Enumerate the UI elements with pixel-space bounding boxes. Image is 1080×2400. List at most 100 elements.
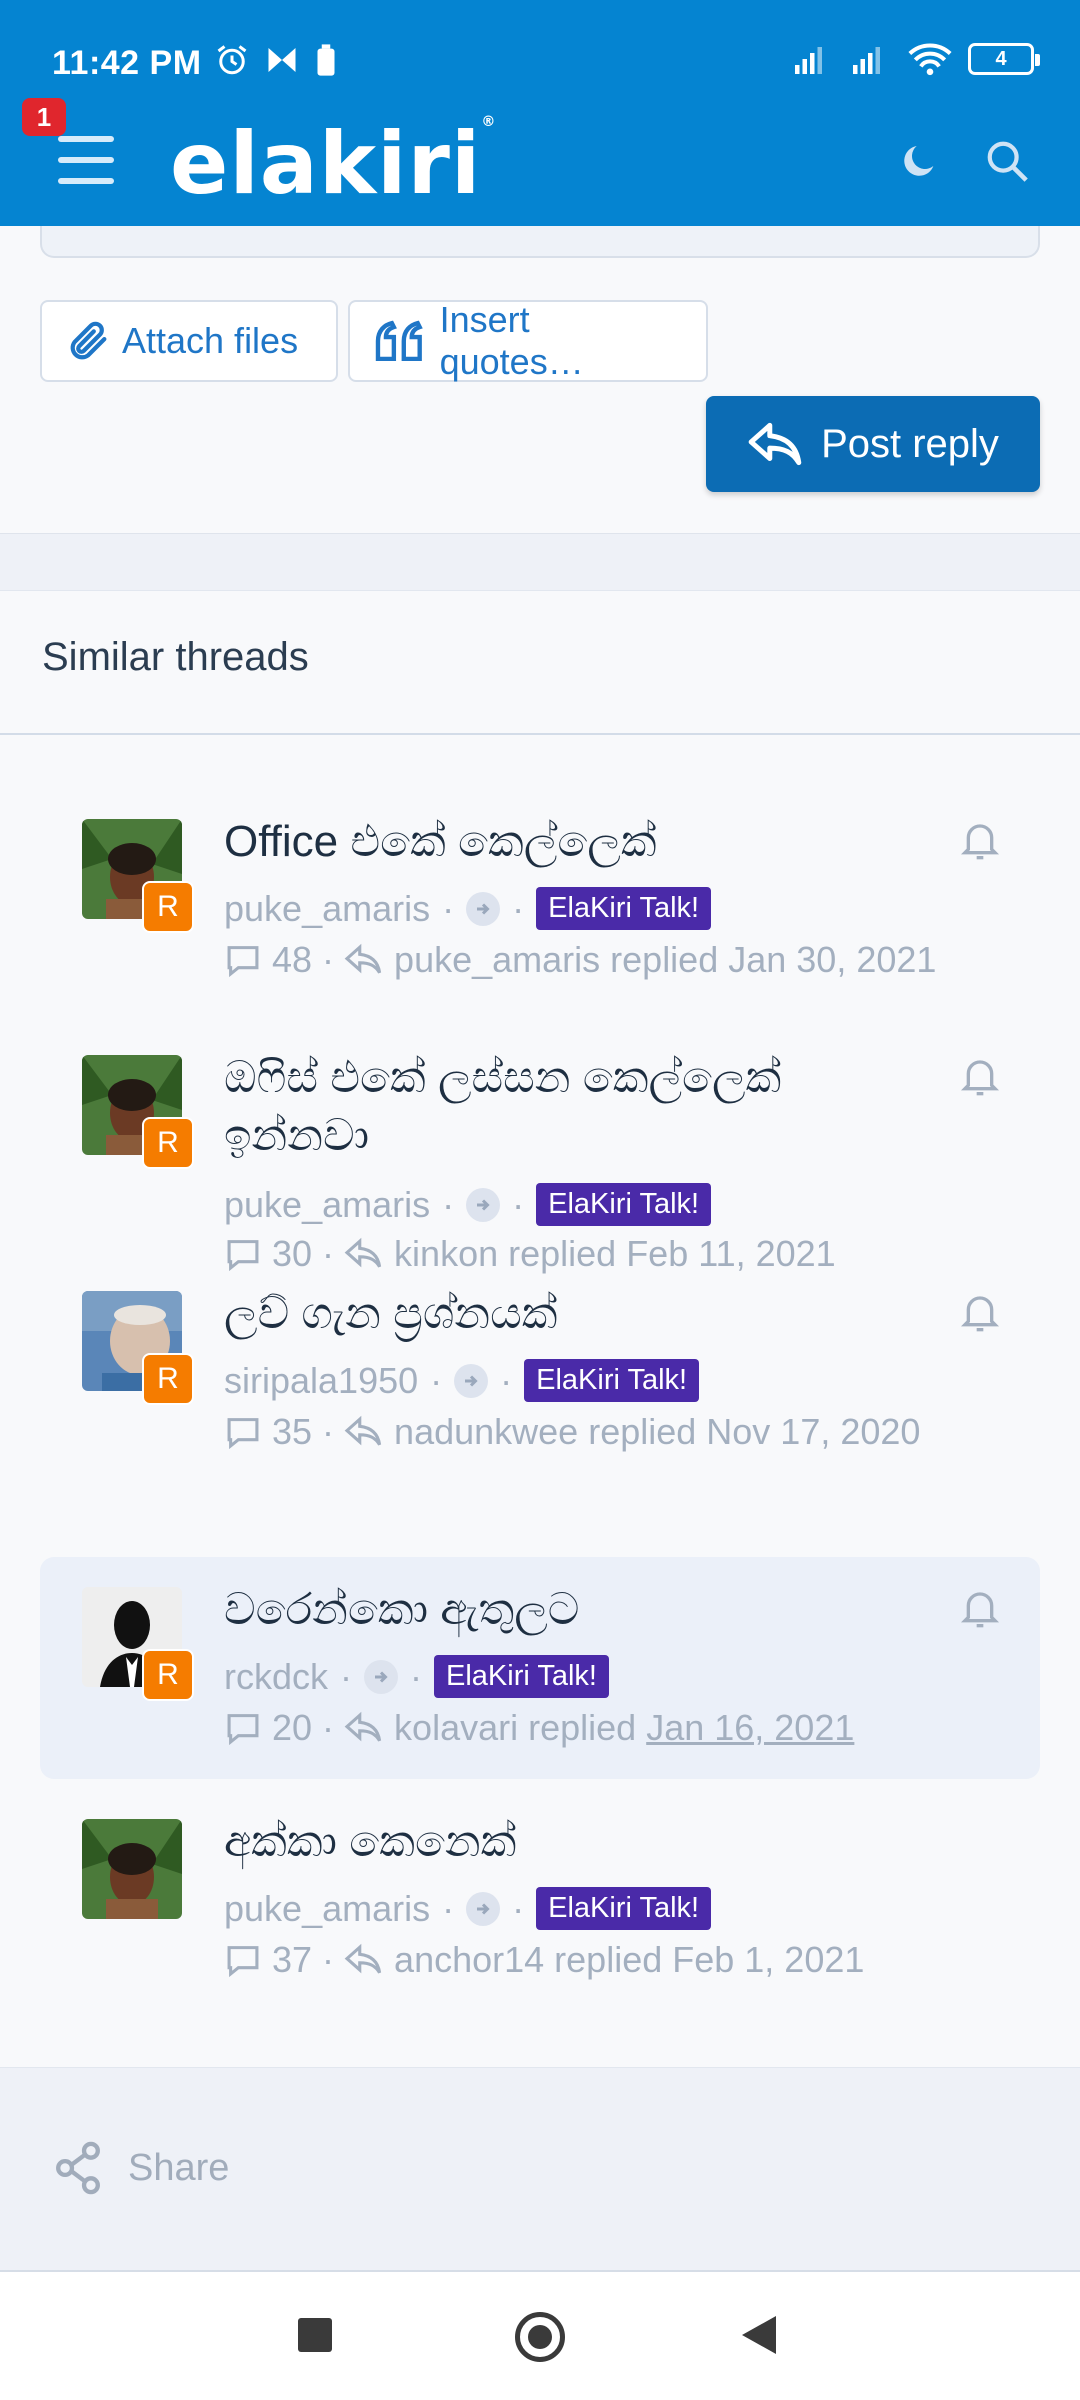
forum-tag[interactable]: ElaKiri Talk! <box>536 1887 712 1930</box>
last-reply-date[interactable]: Nov 17, 2020 <box>706 1411 920 1453</box>
insert-quotes-button[interactable]: Insert quotes… <box>348 299 708 382</box>
forum-tag[interactable]: ElaKiri Talk! <box>434 1655 609 1698</box>
battery-icon: 4 <box>968 43 1040 75</box>
reply-editor[interactable] <box>40 226 1040 258</box>
reply-section: Attach files Insert quotes… Post reply <box>0 226 1080 534</box>
battery-saver-icon <box>317 44 335 76</box>
last-reply-date[interactable]: Jan 16, 2021 <box>646 1707 854 1749</box>
reply-arrow-icon <box>344 1415 382 1446</box>
last-reply-user[interactable]: puke_amaris <box>394 939 600 981</box>
search-icon[interactable] <box>984 138 1030 184</box>
comment-icon <box>227 1714 259 1745</box>
similar-threads-panel: Similar threads R Office එකේ කෙල්ලෙක් pu… <box>0 590 1080 2068</box>
arrow-right-icon <box>466 1891 501 1926</box>
notification-badge: 1 <box>22 98 66 136</box>
last-reply-date[interactable]: Jan 30, 2021 <box>728 939 936 981</box>
share-button[interactable]: Share <box>52 2140 229 2196</box>
comment-icon <box>227 946 259 977</box>
system-nav-bar <box>0 2272 1080 2400</box>
bell-icon[interactable] <box>960 1291 1000 1335</box>
last-reply-user[interactable]: kolavari <box>394 1707 518 1749</box>
thread-item[interactable]: අක්කා කෙනෙක් puke_amaris · · ElaKiri Talk… <box>40 1789 1040 2005</box>
reply-arrow-icon <box>344 1711 382 1742</box>
reply-count: 48 <box>272 939 313 980</box>
forum-tag[interactable]: ElaKiri Talk! <box>536 1183 712 1226</box>
post-reply-button[interactable]: Post reply <box>706 396 1040 492</box>
back-button[interactable] <box>742 2316 776 2354</box>
bell-icon[interactable] <box>960 819 1000 863</box>
last-reply-user[interactable]: anchor14 <box>394 1939 544 1981</box>
thread-stats: 48 · puke_amaris replied Jan 30, 2021 <box>224 939 936 981</box>
replied-label: replied <box>528 1707 637 1748</box>
user-badge: R <box>142 1117 194 1169</box>
thread-stats: 37 · anchor14 replied Feb 1, 2021 <box>224 1939 864 1981</box>
thread-author[interactable]: rckdck <box>224 1656 328 1698</box>
replied-label: replied <box>610 939 719 980</box>
reply-icon <box>748 422 802 466</box>
insert-quotes-label: Insert quotes… <box>439 299 584 382</box>
status-left-icons <box>214 42 338 78</box>
replied-label: replied <box>554 1939 663 1980</box>
status-right-icons: 4 <box>792 42 1040 76</box>
thread-author[interactable]: siripala1950 <box>224 1360 418 1402</box>
recents-button[interactable] <box>298 2318 332 2352</box>
thread-title[interactable]: වරෙන්කො ඇතුලට <box>224 1581 904 1639</box>
status-bar: 11:42 PM 4 <box>0 0 1080 110</box>
site-logo[interactable]: elakiri® <box>170 114 496 214</box>
share-label: Share <box>128 2146 230 2189</box>
quote-icon <box>375 320 423 362</box>
arrow-right-icon <box>364 1659 399 1694</box>
thread-title[interactable]: Office එකේ කෙල්ලෙක් <box>224 813 904 871</box>
reply-arrow-icon <box>344 943 382 974</box>
share-icon <box>56 2141 100 2195</box>
last-reply-date[interactable]: Feb 1, 2021 <box>672 1939 864 1981</box>
attach-files-label: Attach files <box>122 320 299 361</box>
bell-icon[interactable] <box>960 1055 1000 1099</box>
post-reply-label: Post reply <box>821 421 999 466</box>
wifi-icon <box>908 43 952 76</box>
avatar[interactable] <box>82 1819 182 1919</box>
thread-author[interactable]: puke_amaris <box>224 888 430 930</box>
thread-item[interactable]: R වරෙන්කො ඇතුලට rckdck · · ElaKiri Talk! … <box>40 1557 1040 1779</box>
user-badge: R <box>142 1649 194 1701</box>
battery-level: 4 <box>995 47 1007 70</box>
thread-item[interactable]: R Office එකේ කෙල්ලෙක් puke_amaris · · Ela… <box>40 789 1040 1005</box>
home-button[interactable] <box>515 2312 565 2362</box>
replied-label: replied <box>588 1411 697 1452</box>
forum-tag[interactable]: ElaKiri Talk! <box>536 887 712 930</box>
menu-button[interactable] <box>58 136 114 186</box>
signal-2-icon <box>853 47 880 74</box>
logo-text: elakiri <box>170 114 482 214</box>
thread-meta: siripala1950 · · ElaKiri Talk! <box>224 1359 700 1402</box>
forum-tag[interactable]: ElaKiri Talk! <box>524 1359 700 1402</box>
comment-icon <box>227 1946 259 1977</box>
thread-stats: 20 · kolavari replied Jan 16, 2021 <box>224 1707 854 1749</box>
arrow-right-icon <box>466 1187 501 1222</box>
thread-author[interactable]: puke_amaris <box>224 1184 430 1226</box>
dark-mode-icon[interactable] <box>900 140 940 182</box>
thread-meta: rckdck · · ElaKiri Talk! <box>224 1655 609 1698</box>
user-badge: R <box>142 1353 194 1405</box>
thread-author[interactable]: puke_amaris <box>224 1888 430 1930</box>
arrow-right-icon <box>454 1363 489 1398</box>
alarm-icon <box>217 45 247 75</box>
thread-item[interactable]: R ඔෆිස් එකේ ලස්සන කෙල්ලෙක් ඉන්නවා puke_a… <box>40 1025 1040 1274</box>
status-time: 11:42 PM <box>52 44 202 82</box>
bell-icon[interactable] <box>960 1587 1000 1631</box>
arrow-right-icon <box>466 891 501 926</box>
similar-threads-title: Similar threads <box>42 635 309 679</box>
signal-icon <box>795 47 822 74</box>
thread-title[interactable]: ලව් ගැන ප්‍රශ්නයක් <box>224 1285 904 1343</box>
divider <box>0 733 1080 735</box>
thread-stats: 35 · nadunkwee replied Nov 17, 2020 <box>224 1411 920 1453</box>
thread-title[interactable]: අක්කා කෙනෙක් <box>224 1813 904 1871</box>
user-badge: R <box>142 881 194 933</box>
reply-arrow-icon <box>344 1943 382 1974</box>
app-header: 11:42 PM 4 1 elakiri® <box>0 0 1080 226</box>
comment-icon <box>227 1418 259 1449</box>
thread-title[interactable]: ඔෆිස් එකේ ලස්සන කෙල්ලෙක් ඉන්නවා <box>224 1049 904 1165</box>
last-reply-user[interactable]: nadunkwee <box>394 1411 578 1453</box>
attach-files-button[interactable]: Attach files <box>40 300 338 382</box>
thread-meta: puke_amaris · · ElaKiri Talk! <box>224 1183 712 1226</box>
thread-item[interactable]: R ලව් ගැන ප්‍රශ්නයක් siripala1950 · · Ela… <box>40 1261 1040 1477</box>
